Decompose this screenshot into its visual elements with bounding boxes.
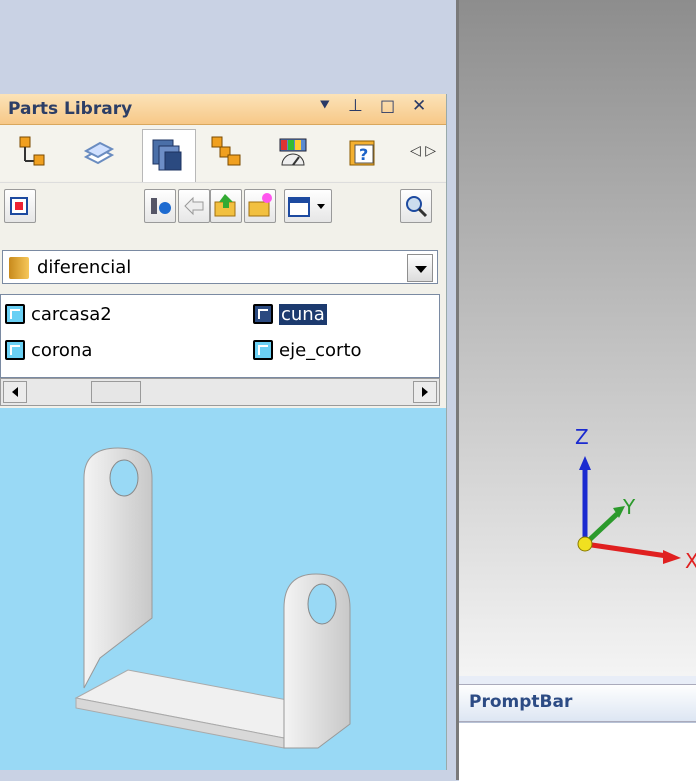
promptbar-body[interactable]	[459, 722, 696, 781]
part-file-icon	[5, 304, 25, 324]
family-of-parts-icon	[211, 136, 241, 166]
panel-tab-row: ? ◁ ▷	[0, 125, 446, 182]
assembly-tree-icon	[19, 136, 45, 166]
sensor-icon	[279, 138, 307, 166]
list-item-carcasa2[interactable]: carcasa2	[5, 301, 112, 327]
back-button[interactable]	[178, 189, 210, 223]
graphics-viewport[interactable]: Z Y X	[456, 0, 696, 676]
new-folder-icon	[248, 193, 272, 217]
maximize-icon[interactable]: □	[380, 96, 395, 115]
tab-properties[interactable]: ?	[346, 135, 380, 169]
folder-combobox[interactable]: diferencial	[2, 250, 438, 284]
scroll-left-button[interactable]	[3, 381, 27, 403]
search-icon	[406, 196, 428, 218]
view-icon	[10, 197, 28, 215]
search-button[interactable]	[400, 189, 432, 223]
scroll-right-button[interactable]	[413, 381, 437, 403]
x-axis-label: X	[685, 549, 696, 573]
parts-library-titlebar[interactable]: Parts Library ⯆ ⊥ □ ✕	[0, 94, 446, 125]
folder-selector: diferencial	[0, 250, 446, 286]
y-axis-label: Y	[622, 495, 636, 519]
svg-text:?: ?	[359, 145, 368, 164]
z-axis-label: Z	[575, 425, 589, 449]
close-icon[interactable]: ✕	[412, 96, 426, 116]
file-list: carcasa2 cuna corona eje_corto	[0, 294, 440, 378]
parts-library-title: Parts Library	[8, 99, 133, 119]
part-file-icon	[5, 340, 25, 360]
chevron-right-icon	[422, 387, 428, 397]
file-name: eje_corto	[279, 339, 362, 361]
file-name: cuna	[279, 303, 327, 325]
coordinate-triad: Z Y X	[575, 425, 696, 573]
parts-library-panel: Parts Library ⯆ ⊥ □ ✕ ? ◁ ▷ diferencial …	[0, 94, 447, 770]
tab-assembly-tree[interactable]	[18, 135, 52, 169]
tab-family-of-parts[interactable]	[210, 135, 244, 169]
properties-icon: ?	[349, 140, 375, 166]
autohide-pin-icon[interactable]: ⊥	[348, 96, 363, 116]
part-file-icon	[253, 304, 273, 324]
part-file-icon	[253, 340, 273, 360]
library-toolbar	[0, 182, 446, 231]
tab-scroll-arrows[interactable]: ◁ ▷	[410, 143, 436, 159]
view-options-button[interactable]	[284, 189, 332, 223]
view-options-icon	[288, 197, 325, 217]
promptbar-title: PromptBar	[469, 692, 573, 712]
cuna-part-thumbnail	[74, 447, 351, 749]
top-background	[0, 0, 456, 94]
layers-icon	[83, 141, 115, 165]
file-name: carcasa2	[31, 303, 112, 325]
scroll-thumb[interactable]	[91, 381, 141, 403]
folder-name: diferencial	[37, 257, 132, 278]
view-button[interactable]	[4, 189, 36, 223]
up-folder-button[interactable]	[210, 189, 242, 223]
tab-layers[interactable]	[82, 135, 116, 169]
chevron-left-icon	[12, 387, 18, 397]
insert-part-button[interactable]	[144, 189, 176, 223]
list-item-eje-corto[interactable]: eje_corto	[253, 337, 362, 363]
file-name: corona	[31, 339, 93, 361]
file-list-scrollbar[interactable]	[0, 378, 440, 406]
back-icon	[184, 196, 204, 216]
promptbar-titlebar[interactable]: PromptBar	[459, 684, 696, 722]
list-item-cuna[interactable]: cuna	[253, 301, 327, 327]
bottom-strip	[0, 770, 456, 780]
list-item-corona[interactable]: corona	[5, 337, 92, 363]
up-folder-icon	[214, 194, 236, 217]
new-folder-button[interactable]	[244, 189, 276, 223]
parts-library-icon	[152, 139, 182, 171]
folder-icon	[9, 257, 29, 279]
insert-part-icon	[151, 198, 171, 214]
tab-sensors[interactable]	[276, 135, 310, 169]
pin-dropdown-icon[interactable]: ⯆	[318, 96, 332, 116]
folder-dropdown-button[interactable]	[407, 254, 433, 282]
promptbar-panel: PromptBar	[456, 676, 696, 781]
part-preview	[0, 408, 446, 770]
tab-parts-library[interactable]	[142, 129, 196, 182]
